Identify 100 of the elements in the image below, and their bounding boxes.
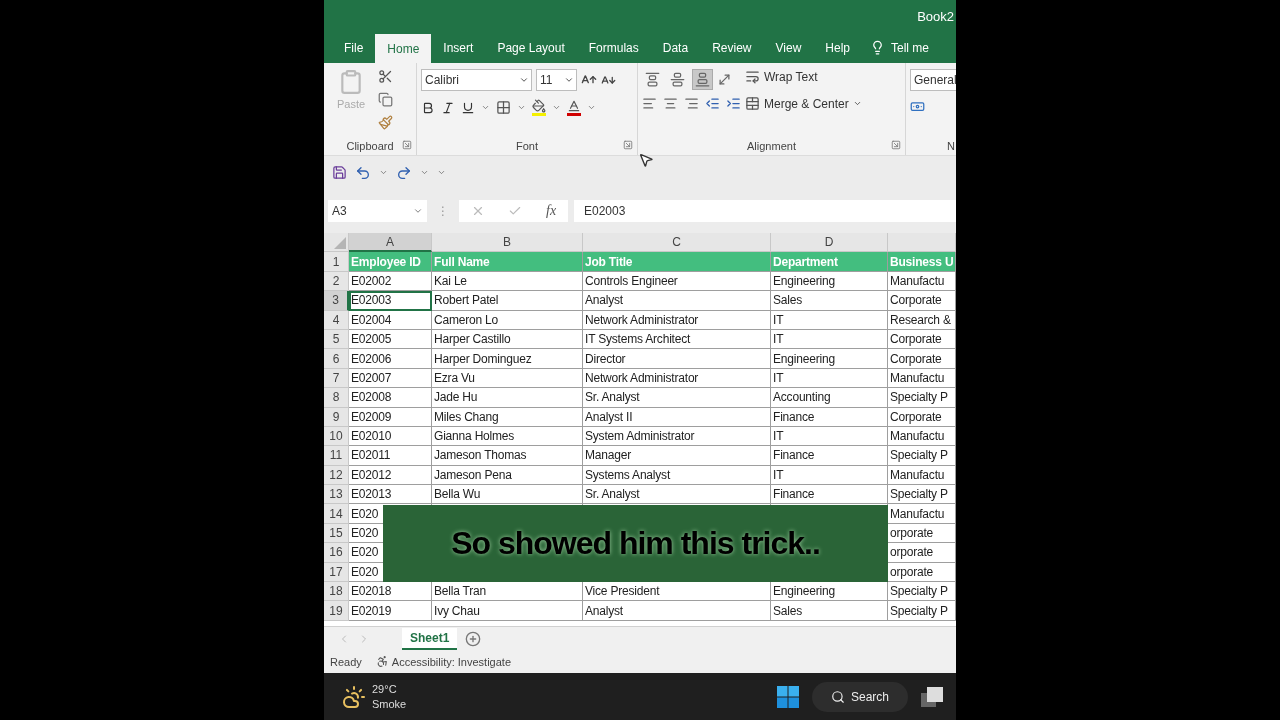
sheet-tab[interactable]: Sheet1 (402, 627, 458, 650)
row-header[interactable]: 11 (324, 446, 349, 466)
ribbon-tab[interactable]: View (763, 32, 814, 63)
undo-icon[interactable] (355, 164, 371, 181)
table-cell: Sr. Analyst (583, 485, 771, 505)
ribbon-tab[interactable]: Help (813, 32, 862, 63)
table-cell: Corporate (888, 407, 956, 427)
caret-icon[interactable] (587, 103, 596, 112)
clipboard-icon (338, 69, 364, 95)
cut-icon[interactable] (378, 69, 393, 84)
windows-start-icon[interactable] (776, 684, 800, 709)
align-right-icon[interactable] (684, 96, 699, 111)
accessibility-icon[interactable] (375, 655, 389, 668)
decrease-indent-icon[interactable] (705, 96, 720, 111)
ribbon-tab[interactable]: Review (700, 32, 764, 63)
caret-icon (413, 206, 423, 216)
name-box[interactable]: A3 (328, 200, 427, 222)
borders-icon[interactable] (496, 100, 511, 115)
merge-center-button[interactable]: Merge & Center (745, 96, 862, 111)
table-cell: Corporate (888, 329, 956, 350)
tell-me-search[interactable]: Tell me (870, 32, 929, 63)
caret-icon[interactable] (379, 168, 388, 177)
row-header[interactable]: 19 (324, 601, 349, 621)
copy-icon[interactable] (378, 92, 393, 107)
ribbon-tab[interactable]: Formulas (576, 32, 651, 63)
group-label: N (947, 140, 955, 152)
row-header[interactable]: 8 (324, 388, 349, 408)
row-header[interactable]: 3 (324, 291, 349, 311)
row-header[interactable]: 18 (324, 582, 349, 602)
row-header[interactable]: 16 (324, 543, 349, 563)
table-cell: orporate (888, 562, 956, 583)
font-name-dropdown[interactable]: Calibri (421, 69, 532, 91)
taskbar-search[interactable]: Search (812, 681, 908, 712)
caret-icon[interactable] (517, 103, 526, 112)
caret-icon[interactable] (420, 168, 429, 177)
row-header[interactable]: 6 (324, 349, 349, 369)
table-cell: Jade Hu (432, 388, 583, 408)
caret-icon (852, 99, 862, 108)
table-cell: IT (771, 368, 888, 389)
splitter-icon: ⋮ (433, 204, 453, 218)
header-cell: Business U (888, 252, 956, 272)
accessibility-status[interactable]: Accessibility: Investigate (391, 655, 511, 668)
table-cell: Gianna Holmes (432, 426, 583, 447)
table-cell: Analyst (583, 601, 771, 621)
insert-function-button[interactable]: fx (546, 203, 557, 219)
row-header[interactable]: 1 (324, 252, 349, 272)
ribbon-tab[interactable]: Page Layout (485, 32, 577, 63)
add-sheet-icon[interactable] (465, 630, 482, 647)
table-cell: Specialty P (888, 582, 956, 602)
ribbon-tab[interactable]: Home (375, 34, 432, 63)
caret-icon[interactable] (481, 103, 490, 112)
ribbon-tab[interactable]: File (332, 32, 376, 63)
table-cell: Engineering (771, 349, 888, 369)
column-header[interactable]: A (349, 233, 432, 253)
formula-field[interactable]: E02003 (574, 200, 956, 222)
underline-icon[interactable] (461, 100, 475, 115)
table-cell: orporate (888, 543, 956, 563)
dialog-launcher-icon[interactable] (623, 140, 633, 150)
font-size-dropdown[interactable]: 11 (536, 69, 577, 91)
table-cell: Corporate (888, 291, 956, 311)
row-header[interactable]: 13 (324, 485, 349, 505)
table-cell: Harper Castillo (432, 329, 583, 350)
fill-color-icon[interactable] (532, 99, 546, 116)
status-text: Ready (330, 655, 362, 668)
caret-icon (564, 75, 574, 85)
table-cell: E02018 (349, 582, 432, 602)
number-format-dropdown[interactable]: General (910, 69, 956, 91)
vertical-align-button[interactable] (692, 69, 713, 90)
column-header[interactable]: B (432, 233, 583, 253)
format-painter-icon[interactable] (378, 115, 393, 130)
orientation-icon[interactable] (717, 72, 732, 87)
bold-icon[interactable] (421, 100, 435, 115)
italic-icon[interactable] (441, 100, 455, 115)
customize-icon[interactable] (437, 168, 446, 177)
table-cell: Sales (771, 291, 888, 311)
table-cell: Ivy Chau (432, 601, 583, 621)
align-center-icon[interactable] (663, 96, 678, 111)
column-header[interactable]: D (771, 233, 888, 253)
ribbon-tab[interactable]: Insert (431, 32, 486, 63)
increase-indent-icon[interactable] (726, 96, 741, 111)
caret-icon[interactable] (552, 103, 561, 112)
header-cell: Job Title (583, 252, 771, 272)
currency-icon[interactable] (910, 99, 925, 114)
table-cell: E02005 (349, 329, 432, 350)
row-header[interactable]: 14 (324, 504, 349, 524)
weather-icon[interactable] (342, 684, 366, 709)
ribbon-tab[interactable]: Data (650, 32, 701, 63)
column-header[interactable]: C (583, 233, 771, 253)
wrap-text-button[interactable]: Wrap Text (745, 69, 862, 84)
font-color-icon[interactable] (567, 99, 581, 116)
table-cell: Jameson Thomas (432, 446, 583, 466)
table-cell: Specialty P (888, 485, 956, 505)
table-cell: Vice President (583, 582, 771, 602)
caret-icon (519, 75, 529, 85)
redo-icon[interactable] (396, 164, 412, 181)
dialog-launcher-icon[interactable] (891, 140, 901, 150)
task-view-icon[interactable] (920, 685, 944, 708)
align-left-icon[interactable] (642, 96, 657, 111)
dialog-launcher-icon[interactable] (402, 140, 412, 150)
save-icon[interactable] (332, 165, 347, 180)
